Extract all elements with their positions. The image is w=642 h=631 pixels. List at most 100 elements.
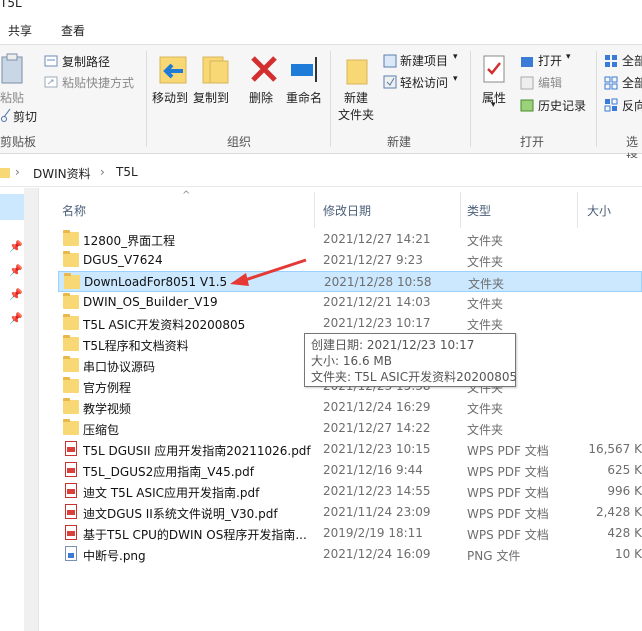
ribbon-separator (596, 51, 597, 147)
column-separator[interactable] (577, 192, 578, 228)
file-type: WPS PDF 文档 (467, 507, 549, 521)
select-none-button[interactable]: 全部 (622, 74, 642, 91)
open-button[interactable]: 打开 (538, 52, 562, 69)
file-size: 10 K (615, 547, 642, 561)
file-type: 文件夹 (467, 318, 504, 332)
history-button[interactable]: 历史记录 (538, 97, 586, 114)
clipboard-paste-icon[interactable] (0, 53, 26, 85)
tab-share[interactable]: 共享 (8, 22, 32, 39)
file-date: 2021/12/21 14:03 (323, 295, 431, 309)
file-row[interactable]: 中断号.png 2021/12/24 16:09 PNG 文件 10 K (58, 544, 642, 565)
image-file-icon (65, 546, 77, 561)
file-name: 12800_界面工程 (83, 234, 176, 248)
file-row[interactable]: 基于T5L CPU的DWIN OS程序开发指南... 2019/2/19 18:1… (58, 523, 642, 544)
file-name: T5L ASIC开发资料20200805 (83, 318, 246, 332)
folder-icon (63, 377, 79, 393)
chevron-down-icon: ▾ (566, 52, 571, 62)
nav-selected-item[interactable] (0, 194, 24, 220)
paste-shortcut-button[interactable]: 粘贴快捷方式 (62, 74, 134, 91)
pdf-file-icon (65, 483, 77, 498)
file-row[interactable]: 12800_界面工程 2021/12/27 14:21 文件夹 (58, 229, 642, 250)
new-folder-button[interactable]: 新建 (344, 89, 368, 106)
file-row[interactable]: DWIN_OS_Builder_V19 2021/12/21 14:03 文件夹 (58, 292, 642, 313)
file-row[interactable]: 迪文DGUS II系统文件说明_V30.pdf 2021/11/24 23:09 W… (58, 502, 642, 523)
folder-icon (63, 251, 79, 267)
file-row[interactable]: DownLoadFor8051 V1.5 2021/12/28 10:58 文件夹 (58, 271, 642, 292)
folder-icon (0, 168, 10, 178)
file-name: 迪文 T5L ASIC应用开发指南.pdf (83, 486, 260, 500)
file-row[interactable]: T5L_DGUS2应用指南_V45.pdf 2021/12/16 9:44 WPS … (58, 460, 642, 481)
file-date: 2021/12/16 9:44 (323, 463, 423, 477)
group-label-organize: 组织 (227, 135, 252, 149)
rename-icon (291, 57, 317, 82)
file-type: WPS PDF 文档 (467, 486, 549, 500)
new-folder-icon (346, 59, 368, 85)
delete-button[interactable]: 删除 (249, 89, 273, 106)
file-size: 2,428 K (595, 505, 642, 519)
file-row[interactable]: 教学视频 2021/12/24 16:29 文件夹 (58, 397, 642, 418)
copy-to-button[interactable]: 复制到 (193, 89, 229, 106)
file-name: 官方例程 (83, 381, 132, 395)
file-name: T5L_DGUS2应用指南_V45.pdf (83, 465, 254, 479)
nav-scrollbar[interactable] (24, 188, 38, 631)
file-row[interactable]: T5L DGUSII 应用开发指南20211026.pdf 2021/12/23 … (58, 439, 642, 460)
file-name: 教学视频 (83, 402, 132, 416)
breadcrumb-dwin[interactable]: DWIN资料 (33, 165, 91, 182)
ribbon-separator (330, 51, 331, 147)
pin-icon: 📌 (9, 240, 23, 253)
file-row[interactable]: 迪文 T5L ASIC应用开发指南.pdf 2021/12/23 14:55 WPS… (58, 481, 642, 502)
file-name: 中断号.png (83, 549, 146, 563)
rename-button[interactable]: 重命名 (286, 89, 322, 106)
column-separator[interactable] (314, 192, 315, 228)
folder-icon (63, 314, 79, 330)
invert-selection-button[interactable]: 反向 (622, 97, 642, 114)
chevron-down-icon: ▾ (453, 74, 458, 84)
new-item-icon (383, 54, 397, 68)
file-row[interactable]: T5L ASIC开发资料20200805 2021/12/23 10:17 文件夹 (58, 313, 642, 334)
file-name: 串口协议源码 (83, 360, 156, 374)
file-type: WPS PDF 文档 (467, 465, 549, 479)
folder-icon (63, 419, 79, 435)
breadcrumb-t5l[interactable]: T5L (116, 165, 138, 179)
cut-button[interactable]: 剪切 (13, 108, 37, 125)
file-date: 2021/12/23 10:15 (323, 442, 431, 456)
ribbon-tabs: 共享 查看 (0, 12, 642, 48)
copy-to-icon (202, 56, 229, 84)
folder-icon (63, 398, 79, 414)
column-headers: 名称 ^ 修改日期 类型 大小 (42, 190, 642, 228)
column-type[interactable]: 类型 (467, 202, 491, 219)
red-arrow-annotation (230, 258, 307, 286)
file-date: 2021/12/27 9:23 (323, 253, 423, 267)
file-size: 16,567 K (588, 442, 642, 456)
file-type: 文件夹 (468, 277, 505, 291)
file-row[interactable]: DGUS_V7624 2021/12/27 9:23 文件夹 (58, 250, 642, 271)
move-to-button[interactable]: 移动到 (152, 89, 188, 106)
paste-button[interactable]: 粘贴 (0, 89, 24, 106)
copy-path-button[interactable]: 复制路径 (62, 53, 110, 70)
file-date: 2021/12/23 14:55 (323, 484, 431, 498)
tab-view[interactable]: 查看 (61, 22, 85, 39)
column-date[interactable]: 修改日期 (323, 202, 371, 219)
file-name: DWIN_OS_Builder_V19 (83, 295, 218, 309)
delete-icon (251, 56, 277, 82)
history-icon (520, 99, 534, 112)
column-size[interactable]: 大小 (587, 202, 611, 219)
file-row[interactable]: 压缩包 2021/12/27 14:22 文件夹 (58, 418, 642, 439)
column-name[interactable]: 名称 (62, 202, 86, 219)
new-item-button[interactable]: 新建项目 (400, 52, 448, 69)
file-date: 2021/12/27 14:21 (323, 232, 431, 246)
address-bar[interactable]: › DWIN资料 › T5L (0, 158, 642, 187)
file-type: WPS PDF 文档 (467, 444, 549, 458)
column-separator[interactable] (460, 192, 461, 228)
file-name: 迪文DGUS II系统文件说明_V30.pdf (83, 507, 278, 521)
edit-button[interactable]: 编辑 (538, 74, 562, 91)
file-size: 625 K (607, 463, 642, 477)
group-label-clipboard: 剪贴板 (0, 135, 37, 149)
file-type: WPS PDF 文档 (467, 528, 549, 542)
file-name: T5L程序和文档资料 (83, 339, 189, 353)
group-label-open: 打开 (520, 135, 545, 149)
select-all-button[interactable]: 全部 (622, 52, 642, 69)
file-date: 2021/12/27 14:22 (323, 421, 431, 435)
ribbon-separator (470, 51, 471, 147)
easy-access-button[interactable]: 轻松访问 (400, 74, 448, 91)
